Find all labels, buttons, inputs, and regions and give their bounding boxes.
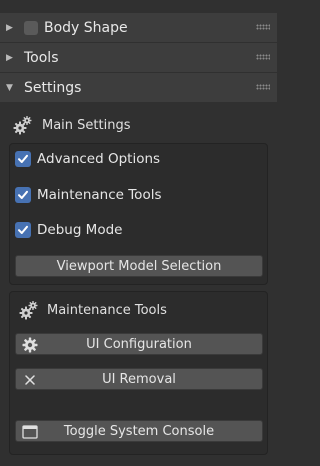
ui-configuration-button[interactable]: UI Configuration xyxy=(15,333,263,355)
maintenance-tools-title: Maintenance Tools xyxy=(47,302,167,318)
collapsed-arrow-icon: ▶ xyxy=(6,52,13,63)
panel-header-settings[interactable]: ▼ Settings xyxy=(0,73,277,102)
maintenance-tools-row[interactable]: Maintenance Tools xyxy=(15,187,162,203)
drag-grip-icon[interactable] xyxy=(256,84,270,90)
checkbox-checked-icon[interactable] xyxy=(15,151,31,167)
debug-mode-row[interactable]: Debug Mode xyxy=(15,222,122,238)
gears-icon xyxy=(13,116,32,135)
checkbox-checked-icon[interactable] xyxy=(15,222,31,238)
drag-grip-icon[interactable] xyxy=(256,24,270,30)
collapsed-arrow-icon: ▶ xyxy=(6,22,13,33)
close-icon xyxy=(22,372,38,388)
main-settings-header[interactable]: Main Settings xyxy=(12,114,131,136)
maintenance-tools-label: Maintenance Tools xyxy=(37,187,162,203)
ui-removal-button[interactable]: UI Removal xyxy=(15,368,263,390)
body-shape-checkbox[interactable] xyxy=(24,20,38,35)
viewport-model-selection-button[interactable]: Viewport Model Selection xyxy=(15,255,263,277)
drag-grip-icon[interactable] xyxy=(256,54,270,60)
advanced-options-row[interactable]: Advanced Options xyxy=(15,151,160,167)
panel-label-tools: Tools xyxy=(24,49,59,66)
debug-mode-label: Debug Mode xyxy=(37,222,123,238)
ui-removal-label: UI Removal xyxy=(102,371,176,387)
panel-header-body-shape[interactable]: ▶ Body Shape xyxy=(0,13,277,42)
panel-header-tools[interactable]: ▶ Tools xyxy=(0,43,277,72)
advanced-options-label: Advanced Options xyxy=(37,151,161,167)
console-window-icon xyxy=(22,424,38,440)
toggle-system-console-button[interactable]: Toggle System Console xyxy=(15,420,263,442)
maintenance-tools-header: Maintenance Tools xyxy=(18,299,167,321)
gear-icon xyxy=(22,337,38,353)
toggle-system-console-label: Toggle System Console xyxy=(63,423,215,439)
ui-configuration-label: UI Configuration xyxy=(86,336,192,352)
checkbox-checked-icon[interactable] xyxy=(15,187,31,203)
gears-icon xyxy=(19,301,38,320)
expanded-arrow-icon: ▼ xyxy=(6,82,13,93)
panel-label-body-shape: Body Shape xyxy=(44,19,128,36)
main-settings-title: Main Settings xyxy=(42,117,131,133)
panel-label-settings: Settings xyxy=(24,79,82,96)
